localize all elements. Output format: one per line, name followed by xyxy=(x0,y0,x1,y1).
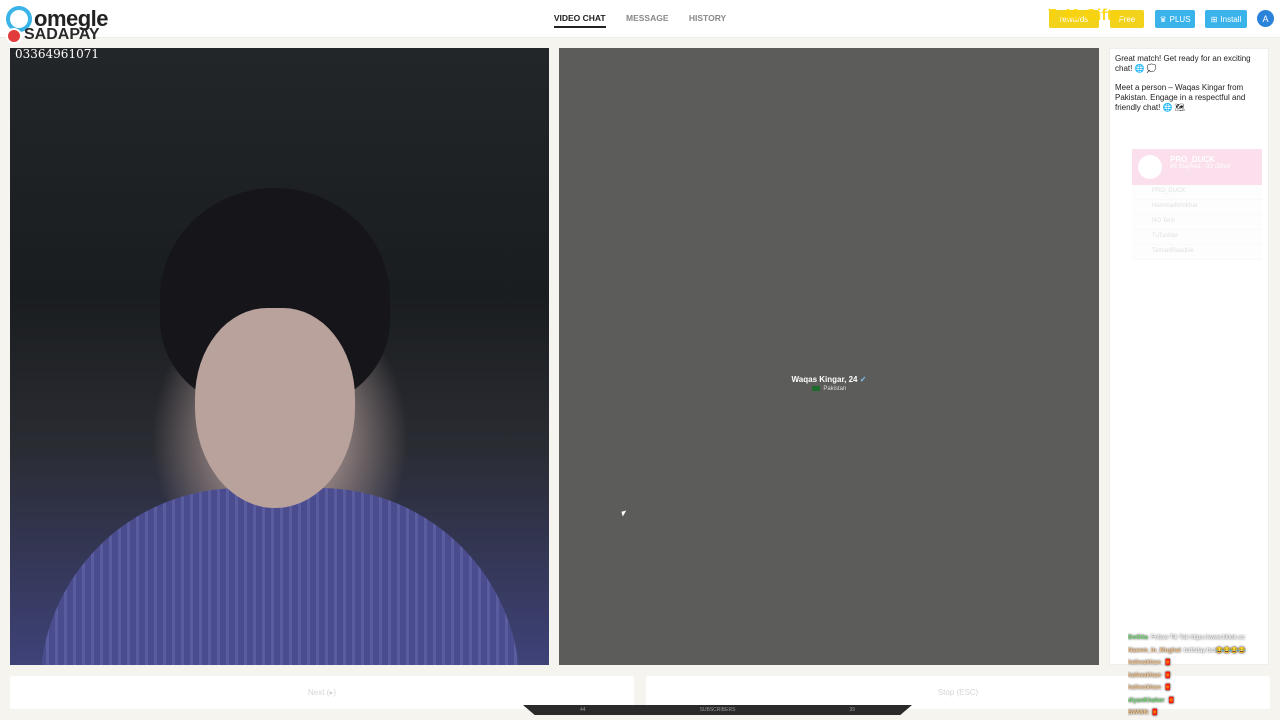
verified-icon: ✓ xyxy=(859,375,867,384)
rank-row: TuTasbier xyxy=(1132,230,1262,245)
install-button-label: Install xyxy=(1220,14,1242,24)
rank-row: Hammadkhokhar xyxy=(1132,200,1262,215)
subs-right-count: 39 xyxy=(849,707,855,713)
pakistan-flag-icon xyxy=(811,386,820,391)
plus-button[interactable]: ♛ PLUS xyxy=(1155,10,1195,28)
person-shirt xyxy=(40,488,520,665)
rank-row: PRO_DUCK xyxy=(1132,185,1262,200)
live-comment: hafeezkhan: 🧧 xyxy=(1128,660,1172,666)
rank-avatar xyxy=(1138,155,1162,179)
live-comment: hafeezkhan: 🧧 xyxy=(1128,672,1172,679)
live-comment-feed: DoGlta: Follow Tik Tok https://www.tikto… xyxy=(1128,632,1278,720)
chat-message: Meet a person – Waqas Kingar from Pakist… xyxy=(1115,83,1246,112)
local-video xyxy=(10,48,549,665)
sadapay-pin-icon xyxy=(6,28,22,44)
stop-button-label: Stop (ESC) xyxy=(937,688,979,697)
chat-message: Great match! Get ready for an exciting c… xyxy=(1115,54,1251,73)
remote-country-text: Pakistan xyxy=(823,386,847,393)
remote-user-name-text: Waqas Kingar, 24 xyxy=(791,375,858,384)
live-comment: BWWN: 🧧 xyxy=(1128,710,1159,716)
subs-label: SUBSCRIBERS xyxy=(699,707,736,713)
tab-history[interactable]: HISTORY xyxy=(689,13,726,26)
mouse-cursor-icon xyxy=(621,510,628,517)
tab-message[interactable]: MESSAGE xyxy=(626,13,669,26)
rank-subtitle: 69 Stayfree · 93 Gifted xyxy=(1170,164,1231,170)
rank-row: NO Tech xyxy=(1132,215,1262,230)
crown-icon: ♛ xyxy=(1159,14,1167,24)
subs-left-count: 44 xyxy=(580,707,586,713)
next-button[interactable]: Next (▸) xyxy=(10,676,634,709)
live-comment: diyanKhaher: 🧧 xyxy=(1128,697,1176,704)
logo-sub: SADAPAY xyxy=(24,26,100,43)
remote-video: Waqas Kingar, 24 ✓ Pakistan xyxy=(559,48,1099,665)
subscribers-bar: 44 SUBSCRIBERS 39 xyxy=(523,705,912,715)
chat-panel: Great match! Get ready for an exciting c… xyxy=(1109,48,1269,665)
avatar[interactable]: A xyxy=(1257,10,1274,27)
next-button-label: Next (▸) xyxy=(307,688,336,697)
install-button[interactable]: ⊞ Install xyxy=(1205,10,1247,28)
plus-button-label: PLUS xyxy=(1169,14,1191,24)
top-bar: omegle SADAPAY VIDEO CHAT MESSAGE HISTOR… xyxy=(0,0,1280,44)
phone-overlay: 03364961071 xyxy=(15,47,99,61)
free-button-label: Free xyxy=(1118,14,1136,24)
stream-overlay-text: 7:40 Gifts xyxy=(1048,7,1121,24)
tab-video-chat[interactable]: VIDEO CHAT xyxy=(553,13,606,28)
remote-user-name: Waqas Kingar, 24 ✓ xyxy=(559,375,1099,384)
person-face xyxy=(195,308,355,508)
rank-row: TamanIRaadive xyxy=(1132,245,1262,260)
live-comment: DoGlta: Follow Tik Tok https://www.tikto… xyxy=(1128,635,1245,641)
live-comment: Naeem_In_Mughal: birthday bro😂😂😂😂 xyxy=(1128,647,1246,654)
install-icon: ⊞ xyxy=(1210,14,1218,24)
rank-card-header: PRO_DUCK 69 Stayfree · 93 Gifted xyxy=(1132,149,1262,185)
rank-title: PRO_DUCK xyxy=(1170,155,1215,164)
live-comment: hafeezkhan: 🧧 xyxy=(1128,685,1172,691)
remote-user-country: Pakistan xyxy=(559,386,1099,392)
gift-ranking-card: PRO_DUCK 69 Stayfree · 93 Gifted PRO_DUC… xyxy=(1132,149,1262,274)
